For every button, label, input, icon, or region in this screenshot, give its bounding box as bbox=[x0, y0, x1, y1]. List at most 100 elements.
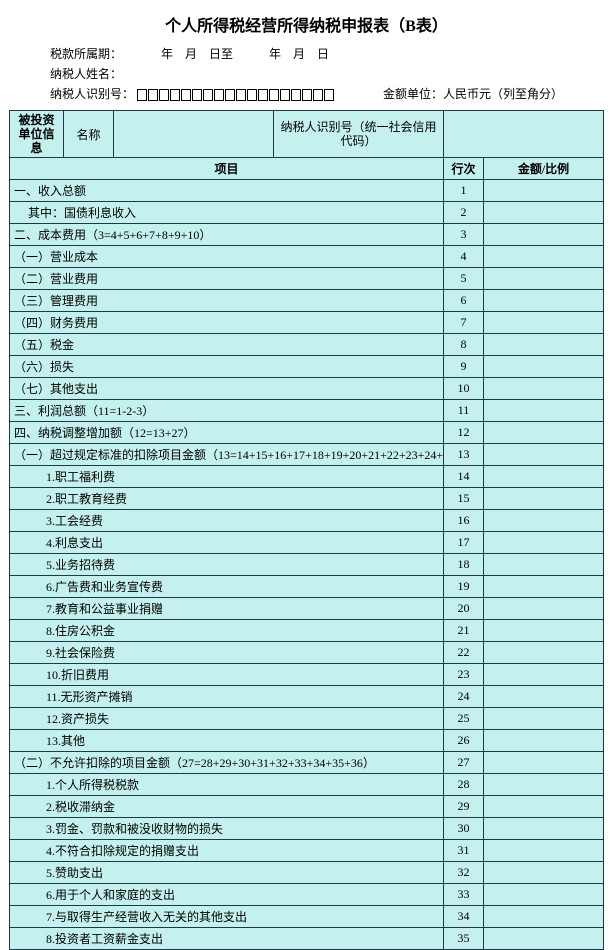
row-number: 33 bbox=[444, 884, 484, 906]
row-number: 1 bbox=[444, 180, 484, 202]
row-amount bbox=[484, 796, 604, 818]
row-amount bbox=[484, 752, 604, 774]
row-item: （三）管理费用 bbox=[9, 290, 443, 312]
table-row: （一）超过规定标准的扣除项目金额（13=14+15+16+17+18+19+20… bbox=[9, 444, 603, 466]
row-item: 2.职工教育经费 bbox=[9, 488, 443, 510]
row-item: （五）税金 bbox=[9, 334, 443, 356]
row-amount bbox=[484, 928, 604, 950]
row-number: 10 bbox=[444, 378, 484, 400]
row-amount bbox=[484, 906, 604, 928]
row-item: （一）营业成本 bbox=[9, 246, 443, 268]
row-item: 6.用于个人和家庭的支出 bbox=[9, 884, 443, 906]
page-title: 个人所得税经营所得纳税申报表（B表） bbox=[0, 0, 613, 44]
row-amount bbox=[484, 224, 604, 246]
row-number: 14 bbox=[444, 466, 484, 488]
table-row: （一）营业成本4 bbox=[9, 246, 603, 268]
row-number: 27 bbox=[444, 752, 484, 774]
table-row: 4.利息支出17 bbox=[9, 532, 603, 554]
row-number: 32 bbox=[444, 862, 484, 884]
row-amount bbox=[484, 598, 604, 620]
row-number: 16 bbox=[444, 510, 484, 532]
row-item: 4.不符合扣除规定的捐赠支出 bbox=[9, 840, 443, 862]
table-row: 二、成本费用（3=4+5+6+7+8+9+10）3 bbox=[9, 224, 603, 246]
row-amount bbox=[484, 312, 604, 334]
header-info: 税款所属期： 年 月 日至 年 月 日 纳税人姓名： 纳税人识别号： 金额单位：… bbox=[0, 44, 613, 108]
row-item: 3.工会经费 bbox=[9, 510, 443, 532]
table-row: 1.个人所得税税款28 bbox=[9, 774, 603, 796]
table-row: 一、收入总额1 bbox=[9, 180, 603, 202]
row-number: 15 bbox=[444, 488, 484, 510]
table-row: （四）财务费用7 bbox=[9, 312, 603, 334]
table-row: 2.税收滞纳金29 bbox=[9, 796, 603, 818]
row-number: 29 bbox=[444, 796, 484, 818]
row-item: （二）营业费用 bbox=[9, 268, 443, 290]
row-item: 8.住房公积金 bbox=[9, 620, 443, 642]
table-row: 三、利润总额（11=1-2-3）11 bbox=[9, 400, 603, 422]
row-amount bbox=[484, 576, 604, 598]
row-amount bbox=[484, 620, 604, 642]
row-amount bbox=[484, 510, 604, 532]
table-row: （六）损失9 bbox=[9, 356, 603, 378]
row-number: 7 bbox=[444, 312, 484, 334]
row-item: 1.个人所得税税款 bbox=[9, 774, 443, 796]
row-amount bbox=[484, 378, 604, 400]
row-amount bbox=[484, 686, 604, 708]
row-item: 7.教育和公益事业捐赠 bbox=[9, 598, 443, 620]
row-amount bbox=[484, 862, 604, 884]
row-item: （四）财务费用 bbox=[9, 312, 443, 334]
row-number: 34 bbox=[444, 906, 484, 928]
row-item: （一）超过规定标准的扣除项目金额（13=14+15+16+17+18+19+20… bbox=[9, 444, 443, 466]
row-amount bbox=[484, 202, 604, 224]
row-number: 2 bbox=[444, 202, 484, 224]
table-row: 4.不符合扣除规定的捐赠支出31 bbox=[9, 840, 603, 862]
invest-id-value bbox=[444, 111, 604, 158]
invest-name-label: 名称 bbox=[63, 111, 113, 158]
row-amount bbox=[484, 642, 604, 664]
taxpayer-id-row: 纳税人识别号： 金额单位：人民币元（列至角分） bbox=[50, 84, 563, 104]
table-row: 7.与取得生产经营收入无关的其他支出34 bbox=[9, 906, 603, 928]
row-amount bbox=[484, 334, 604, 356]
row-amount bbox=[484, 356, 604, 378]
row-number: 23 bbox=[444, 664, 484, 686]
row-item: 一、收入总额 bbox=[9, 180, 443, 202]
row-number: 5 bbox=[444, 268, 484, 290]
row-amount bbox=[484, 290, 604, 312]
row-amount bbox=[484, 400, 604, 422]
row-amount bbox=[484, 466, 604, 488]
table-row: 6.广告费和业务宣传费19 bbox=[9, 576, 603, 598]
invest-id-label: 纳税人识别号（统一社会信用代码） bbox=[273, 111, 443, 158]
row-number: 24 bbox=[444, 686, 484, 708]
row-number: 28 bbox=[444, 774, 484, 796]
col-amount: 金额/比例 bbox=[484, 158, 604, 180]
row-item: 1.职工福利费 bbox=[9, 466, 443, 488]
period-label: 税款所属期： bbox=[50, 47, 122, 61]
table-row: （七）其他支出10 bbox=[9, 378, 603, 400]
row-item: 三、利润总额（11=1-2-3） bbox=[9, 400, 443, 422]
table-row: 6.用于个人和家庭的支出33 bbox=[9, 884, 603, 906]
row-amount bbox=[484, 488, 604, 510]
table-row: 12.资产损失25 bbox=[9, 708, 603, 730]
table-row: 9.社会保险费22 bbox=[9, 642, 603, 664]
row-amount bbox=[484, 422, 604, 444]
table-row: 3.工会经费16 bbox=[9, 510, 603, 532]
row-item: （七）其他支出 bbox=[9, 378, 443, 400]
row-amount bbox=[484, 774, 604, 796]
taxpayer-id-label: 纳税人识别号： bbox=[50, 87, 134, 101]
row-amount bbox=[484, 180, 604, 202]
row-item: 6.广告费和业务宣传费 bbox=[9, 576, 443, 598]
row-item: 其中：国债利息收入 bbox=[9, 202, 443, 224]
row-number: 11 bbox=[444, 400, 484, 422]
table-row: 5.赞助支出32 bbox=[9, 862, 603, 884]
row-number: 18 bbox=[444, 554, 484, 576]
row-amount bbox=[484, 444, 604, 466]
row-number: 30 bbox=[444, 818, 484, 840]
table-row: 1.职工福利费14 bbox=[9, 466, 603, 488]
row-item: 二、成本费用（3=4+5+6+7+8+9+10） bbox=[9, 224, 443, 246]
table-row: 8.住房公积金21 bbox=[9, 620, 603, 642]
form-table: 被投资单位信息 名称 纳税人识别号（统一社会信用代码） 项目 行次 金额/比例 … bbox=[9, 110, 604, 950]
row-amount bbox=[484, 664, 604, 686]
row-number: 20 bbox=[444, 598, 484, 620]
table-row: 8.投资者工资薪金支出35 bbox=[9, 928, 603, 950]
col-row: 行次 bbox=[444, 158, 484, 180]
table-row: 10.折旧费用23 bbox=[9, 664, 603, 686]
